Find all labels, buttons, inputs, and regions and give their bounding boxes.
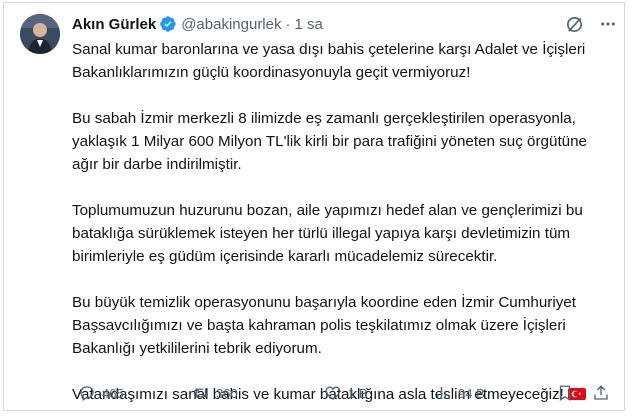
like-button[interactable]: 1 B <box>324 384 368 402</box>
paragraph-2: Bu sabah İzmir merkezli 8 ilimizde eş za… <box>72 110 588 173</box>
author-handle[interactable]: @abakingurlek <box>181 16 281 33</box>
views-button[interactable]: 94 B <box>434 384 485 402</box>
repost-icon <box>193 388 209 398</box>
tweet-text: Sanal kumar baronlarına ve yasa dışı bah… <box>72 38 617 406</box>
share-icon <box>594 385 608 400</box>
more-options-icon[interactable] <box>598 14 618 34</box>
separator: · <box>285 15 291 33</box>
avatar[interactable] <box>20 14 60 54</box>
like-count: 1 B <box>348 385 368 401</box>
author-name[interactable]: Akın Gürlek <box>72 16 156 33</box>
repost-button[interactable]: 360 <box>192 384 238 402</box>
reply-button[interactable]: 465 <box>78 384 124 402</box>
bookmark-icon <box>559 385 571 402</box>
views-icon <box>437 387 450 399</box>
reply-icon <box>80 386 94 401</box>
timestamp[interactable]: 1 sa <box>295 16 323 33</box>
tweet: Akın Gürlek @abakingurlek · 1 sa Sanal k… <box>0 0 640 416</box>
views-count: 94 B <box>458 385 485 401</box>
paragraph-4: Bu büyük temizlik operasyonunu başarıyla… <box>72 294 576 357</box>
heart-icon <box>325 386 341 400</box>
paragraph-3: Toplumumuzun huzurunu bozan, aile yapımı… <box>72 202 583 265</box>
share-button[interactable] <box>592 384 610 402</box>
verified-badge-icon <box>159 15 177 33</box>
bookmark-button[interactable] <box>556 384 574 402</box>
tweet-header: Akın Gürlek @abakingurlek · 1 sa <box>72 12 618 36</box>
paragraph-1: Sanal kumar baronlarına ve yasa dışı bah… <box>72 41 586 81</box>
reply-count: 465 <box>102 385 124 401</box>
grok-icon[interactable] <box>564 14 584 34</box>
repost-count: 360 <box>216 385 238 401</box>
header-actions <box>564 14 618 34</box>
tweet-actions: 465 360 1 B 94 B <box>72 382 608 404</box>
